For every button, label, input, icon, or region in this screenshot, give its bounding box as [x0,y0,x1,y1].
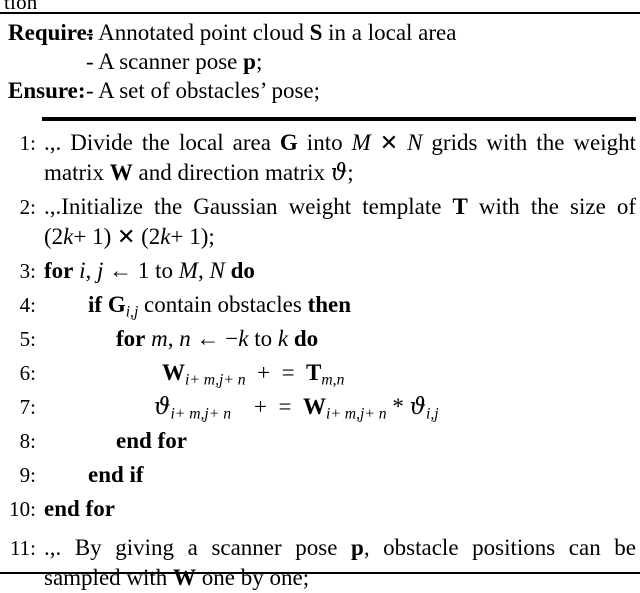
io-row-require: Require: - Annotated point cloud S in a … [0,18,640,47]
step-number: 2: [19,195,36,219]
step-text: .,.Initialize the Gaussian weight templa… [44,194,636,249]
step-row-7: 7: ϑi+ m,j+ n + = Wi+ m,j+ n * ϑi,j [0,392,640,422]
step-text: if Gi,j contain obstacles then [88,292,352,321]
step-row-9: 9: end if [0,460,640,490]
step-text: end if [88,462,144,487]
ensure-text-line: - A set of obstacles’ pose; [86,78,320,103]
step-number: 3: [19,259,36,283]
step-text: ϑi+ m,j+ n + = Wi+ m,j+ n * ϑi,j [154,394,439,423]
step-text: Wi+ m,j+ n + = Tm,n [162,360,345,389]
step-row-6: 6: Wi+ m,j+ n + = Tm,n [0,358,640,388]
step-number: 4: [19,293,36,317]
require-text-line: - Annotated point cloud S in a local are… [86,20,457,45]
step-text: end for [116,428,187,453]
top-horizontal-rule [0,12,640,14]
io-row-require-continued: - A scanner pose p; [0,47,640,76]
step-number: 8: [19,429,36,453]
io-requirements-block: Require: - Annotated point cloud S in a … [0,18,640,105]
algorithm-steps-list: 1: .,. Divide the local area G into M ✕ … [0,128,640,593]
step-row-5: 5: for m, n ← −k to k do [0,324,640,354]
step-number: 11: [9,536,36,560]
step-text: for m, n ← −k to k do [116,326,319,351]
io-row-ensure: Ensure: - A set of obstacles’ pose; [0,76,640,105]
step-row-3: 3: for i, j ← 1 to M, N do [0,256,640,286]
step-text: .,. Divide the local area G into M ✕ N g… [44,130,636,186]
step-text: .,. By giving a scanner pose p, obstacle… [44,535,636,590]
middle-horizontal-rule [42,117,636,121]
require-label: Require: [8,20,95,45]
bottom-horizontal-rule [0,572,640,574]
step-row-10: 10: end for [0,494,640,524]
step-number: 7: [19,395,36,419]
step-number: 5: [19,327,36,351]
step-text: for i, j ← 1 to M, N do [44,258,255,283]
step-number: 10: [9,497,36,521]
step-row-4: 4: if Gi,j contain obstacles then [0,290,640,320]
step-number: 1: [19,131,36,155]
step-row-11: 11: .,. By giving a scanner pose p, obst… [0,533,640,593]
step-row-8: 8: end for [0,426,640,456]
algorithm-figure: tion Require: - Annotated point cloud S … [0,0,640,590]
step-row-1: 1: .,. Divide the local area G into M ✕ … [0,128,640,188]
step-number: 6: [19,361,36,385]
require-text-line-2: - A scanner pose p; [86,49,263,74]
step-row-2: 2: .,.Initialize the Gaussian weight tem… [0,192,640,252]
step-number: 9: [19,463,36,487]
step-text: end for [44,496,115,521]
ensure-label: Ensure: [8,78,86,103]
